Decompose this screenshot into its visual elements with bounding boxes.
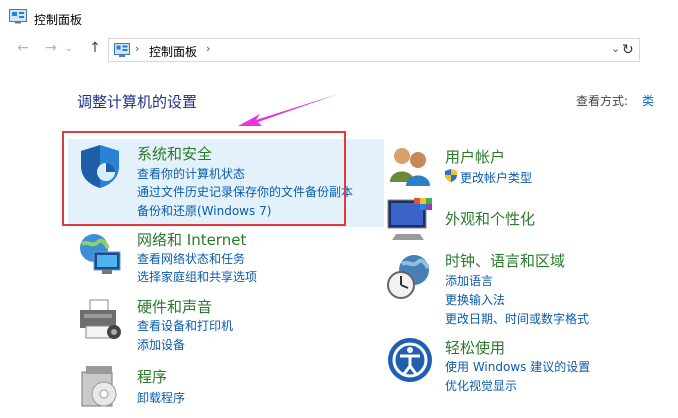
annotation-highlight-box (62, 131, 346, 226)
link-change-account-type[interactable]: 更改帐户类型 (460, 169, 532, 186)
link-devices-printers[interactable]: 查看设备和打印机 (137, 317, 233, 334)
forward-button[interactable]: → (42, 40, 60, 56)
category-title-network[interactable]: 网络和 Internet (137, 229, 246, 250)
address-bar[interactable]: › 控制面板 › ⌄ (108, 38, 640, 62)
page-heading: 调整计算机的设置 (77, 93, 198, 111)
link-change-date-time-format[interactable]: 更改日期、时间或数字格式 (445, 310, 589, 327)
category-title-clock-language-region[interactable]: 时钟、语言和区域 (445, 250, 565, 271)
clock-globe-icon[interactable] (386, 252, 434, 300)
breadcrumb-control-panel[interactable]: 控制面板 (149, 43, 197, 60)
category-title-ease-of-access[interactable]: 轻松使用 (445, 337, 505, 358)
link-uninstall-program[interactable]: 卸载程序 (137, 389, 185, 406)
ease-of-access-icon[interactable] (386, 336, 434, 384)
link-add-language[interactable]: 添加语言 (445, 272, 493, 289)
annotation-arrow (238, 94, 338, 126)
window-title: 控制面板 (34, 13, 83, 27)
link-homegroup[interactable]: 选择家庭组和共享选项 (137, 268, 257, 285)
refresh-button[interactable]: ↻ (622, 42, 634, 58)
category-title-hardware-sound[interactable]: 硬件和声音 (137, 296, 212, 317)
link-change-input-method[interactable]: 更换输入法 (445, 291, 505, 308)
programs-icon[interactable] (76, 362, 124, 410)
recent-locations-chevron-icon[interactable]: ⌄ (60, 43, 78, 54)
printer-icon[interactable] (76, 296, 124, 344)
view-by-dropdown[interactable]: 类 (642, 92, 654, 109)
back-button[interactable]: ← (14, 40, 32, 56)
link-recommended-settings[interactable]: 使用 Windows 建议的设置 (445, 358, 590, 375)
user-accounts-icon[interactable] (386, 142, 434, 190)
category-title-programs[interactable]: 程序 (137, 366, 167, 387)
uac-shield-icon (445, 169, 457, 182)
link-add-device[interactable]: 添加设备 (137, 336, 185, 353)
title-bar: 控制面板 (0, 0, 678, 36)
category-title-user-accounts[interactable]: 用户帐户 (445, 146, 505, 167)
control-panel-icon (114, 43, 130, 57)
breadcrumb-separator[interactable]: › (135, 42, 139, 55)
appearance-monitor-icon[interactable] (386, 196, 434, 244)
up-button[interactable]: ↑ (86, 40, 104, 56)
control-panel-icon (9, 9, 27, 24)
link-network-status[interactable]: 查看网络状态和任务 (137, 250, 245, 267)
view-by-label: 查看方式: (576, 94, 629, 108)
category-title-appearance[interactable]: 外观和个性化 (445, 208, 535, 229)
network-globe-icon[interactable] (76, 230, 124, 278)
address-dropdown-icon[interactable]: ⌄ (611, 42, 620, 55)
link-optimize-visual-display[interactable]: 优化视觉显示 (445, 377, 517, 394)
breadcrumb-separator[interactable]: › (206, 42, 210, 55)
